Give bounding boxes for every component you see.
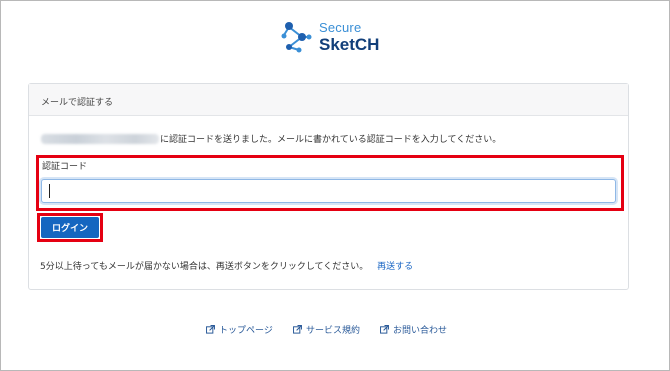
- verification-code-input[interactable]: [41, 179, 616, 203]
- resend-instruction: 5分以上待ってもメールが届かない場合は、再送ボタンをクリックしてください。: [40, 262, 369, 272]
- footer-link-top-page[interactable]: トップページ: [206, 323, 273, 336]
- text-caret: [49, 184, 50, 198]
- logo-line2: SketCH: [319, 35, 380, 54]
- external-link-icon: [293, 325, 302, 334]
- footer-link-label: お問い合わせ: [393, 326, 448, 336]
- secure-sketch-logo: Secure SketCH: [280, 17, 390, 57]
- footer-link-terms[interactable]: サービス規約: [293, 323, 360, 336]
- external-link-icon: [380, 325, 389, 334]
- footer-link-label: トップページ: [219, 326, 273, 336]
- resend-row: 5分以上待ってもメールが届かない場合は、再送ボタンをクリックしてください。 再送…: [40, 259, 413, 272]
- resend-link[interactable]: 再送する: [377, 262, 413, 272]
- info-message: に認証コードを送りました。メールに書かれている認証コードを入力してください。: [41, 132, 501, 145]
- footer-link-contact[interactable]: お問い合わせ: [380, 323, 447, 336]
- logo-text: Secure SketCH: [319, 21, 379, 53]
- footer-link-label: サービス規約: [306, 326, 361, 336]
- code-field-label: 認証コード: [42, 162, 88, 172]
- blurred-email-address: [41, 133, 159, 144]
- network-nodes-icon: [281, 22, 312, 53]
- info-text: に認証コードを送りました。メールに書かれている認証コードを入力してください。: [160, 135, 502, 145]
- external-link-icon: [206, 325, 215, 334]
- logo-line1: Secure: [319, 20, 362, 35]
- login-button[interactable]: ログイン: [41, 217, 99, 238]
- footer-links: トップページ サービス規約 お問い合わせ: [1, 323, 670, 336]
- card-header: メールで認証する: [29, 84, 628, 116]
- page-frame: Secure SketCH メールで認証する に認証コードを送りました。メールに…: [0, 0, 670, 371]
